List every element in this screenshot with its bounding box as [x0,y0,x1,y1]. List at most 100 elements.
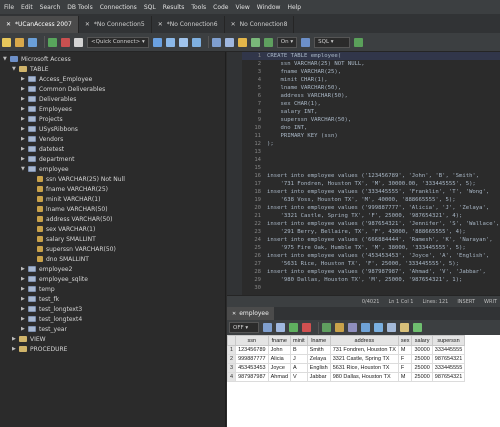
collapse-arrow-icon[interactable]: ▶ [21,106,28,112]
table-cell[interactable]: B [290,345,308,355]
expand-arrow-icon[interactable]: ▼ [3,56,10,62]
copy-icon[interactable] [387,323,396,332]
tree-item-table[interactable]: ▶ test_fk [21,294,59,304]
tree-item-column[interactable]: minit VARCHAR(1) [30,194,100,204]
collapse-arrow-icon[interactable]: ▶ [21,146,28,152]
menu-item[interactable]: Help [287,4,301,11]
tree-item-database[interactable]: ▼ Microsoft Access [3,54,71,64]
menu-item[interactable]: Window [257,4,281,11]
save-icon[interactable] [28,37,37,47]
table-row[interactable]: 3 453453453 Joyce A English 5631 Rice, Housto… [227,363,466,373]
explain-icon[interactable] [178,37,188,47]
menu-item[interactable]: DB Tools [67,4,92,11]
table-cell[interactable]: 333445555 [431,345,466,355]
tree-item-table[interactable]: ▶ department [21,154,75,164]
collapse-arrow-icon[interactable]: ▶ [21,266,28,272]
document-tab[interactable]: ✕ *No Connection5 [79,16,152,33]
collapse-arrow-icon[interactable]: ▶ [21,276,28,282]
tree-item-column[interactable]: lname VARCHAR(50) [30,204,108,214]
table-cell[interactable]: F [397,363,413,373]
collapse-arrow-icon[interactable]: ▶ [21,96,28,102]
form-view-icon[interactable] [276,323,285,332]
results-tab-employee[interactable]: ✕ employee [227,307,274,320]
connect-icon[interactable] [48,37,57,47]
tree-item-table[interactable]: ▶ Employees [21,104,72,114]
expand-arrow-icon[interactable]: ▼ [21,166,28,172]
open-folder-icon[interactable] [15,37,24,47]
collapse-arrow-icon[interactable]: ▶ [21,126,28,132]
format-icon[interactable] [211,37,221,47]
tree-item-table[interactable]: ▶ datetest [21,144,64,154]
table-cell[interactable]: M [397,345,413,355]
tree-item-table[interactable]: ▶ test_year [21,324,67,334]
collapse-arrow-icon[interactable]: ▶ [21,156,28,162]
collapse-arrow-icon[interactable]: ▶ [21,86,28,92]
new-file-icon[interactable] [2,37,11,47]
tree-item-column[interactable]: fname VARCHAR(25) [30,184,108,194]
tree-item-folder[interactable]: ▶ PROCEDURE [12,344,67,354]
language-select[interactable]: SQL ▾ [314,36,351,48]
add-row-icon[interactable] [289,323,298,332]
tree-item-table[interactable]: ▶ Deliverables [21,94,76,104]
table-cell[interactable]: Smith [306,345,331,355]
column-header[interactable]: minit [290,335,308,346]
column-header[interactable]: address [329,335,399,346]
find-icon[interactable] [400,323,409,332]
table-cell[interactable]: 3321 Castle, Spring TX [329,354,399,364]
quick-connect-select[interactable]: <Quick Connect> ▾ [87,36,149,48]
tree-item-table[interactable]: ▶ test_longtext4 [21,314,82,324]
table-cell[interactable]: 453453453 [235,363,269,373]
collapse-arrow-icon[interactable]: ▶ [21,326,28,332]
document-tab[interactable]: ✕ *No Connection6 [152,16,225,33]
collapse-arrow-icon[interactable]: ▶ [21,296,28,302]
table-cell[interactable]: A [290,363,308,373]
table-cell[interactable]: J [290,354,308,364]
tree-item-table[interactable]: ▼ employee [21,164,69,174]
table-row[interactable]: 2 999887777 Alicia J Zelaya 3321 Castle, Spri… [227,354,466,364]
column-header[interactable]: fname [267,335,292,346]
autocommit-select[interactable]: On ▾ [276,36,298,48]
table-cell[interactable]: 987654321 [431,372,466,382]
table-cell[interactable]: Zelaya [306,354,331,364]
collapse-arrow-icon[interactable]: ▶ [12,336,19,342]
document-tab[interactable]: ✕ *UCanAccess 2007 [0,16,79,33]
table-cell[interactable]: 987654321 [431,354,466,364]
close-icon[interactable]: ✕ [232,311,236,317]
menu-item[interactable]: Code [213,4,228,11]
table-cell[interactable]: Jabbar [306,372,331,382]
tree-item-column[interactable]: dno SMALLINT [30,254,89,264]
column-header[interactable]: lname [306,335,331,346]
collapse-arrow-icon[interactable]: ▶ [21,306,28,312]
tree-item-table[interactable]: ▶ Vendors [21,134,63,144]
tree-item-table[interactable]: ▶ employee2 [21,264,72,274]
results-mode-select[interactable]: OFF ▾ [229,322,259,333]
table-cell[interactable]: Alicia [267,354,292,364]
menu-item[interactable]: SQL [144,4,156,11]
tree-item-table[interactable]: ▶ temp [21,284,55,294]
tree-item-column[interactable]: address VARCHAR(50) [30,214,112,224]
menu-item[interactable]: File [4,4,14,11]
column-header[interactable]: sex [397,335,413,346]
collapse-arrow-icon[interactable]: ▶ [21,316,28,322]
execute-icon[interactable] [152,37,162,47]
table-cell[interactable]: 25000 [411,363,433,373]
commit-icon[interactable] [250,37,260,47]
tree-item-table[interactable]: ▶ test_longtext3 [21,304,82,314]
collapse-arrow-icon[interactable]: ▶ [21,76,28,82]
script-icon[interactable] [301,37,311,47]
table-cell[interactable]: V [290,372,308,382]
tree-item-table[interactable]: ▶ Access_Employee [21,74,92,84]
table-cell[interactable]: John [267,345,292,355]
sql-editor[interactable]: 1 CREATE TABLE employee(2 ssn VARCHAR(25)… [227,52,500,295]
tree-item-table[interactable]: ▶ Projects [21,114,63,124]
menu-item[interactable]: Search [40,4,61,11]
delete-row-icon[interactable] [302,323,311,332]
results-grid[interactable]: ssn fname minit lname address sex salary supers… [227,335,500,427]
chart-icon[interactable] [413,323,422,332]
save-changes-icon[interactable] [322,323,331,332]
table-cell[interactable]: 731 Fondren, Houston TX [329,345,399,355]
close-icon[interactable]: ✕ [85,21,90,28]
collapse-arrow-icon[interactable]: ▶ [21,136,28,142]
refresh-icon[interactable] [263,37,273,47]
tree-item-table[interactable]: ▶ USysRibbons [21,124,78,134]
